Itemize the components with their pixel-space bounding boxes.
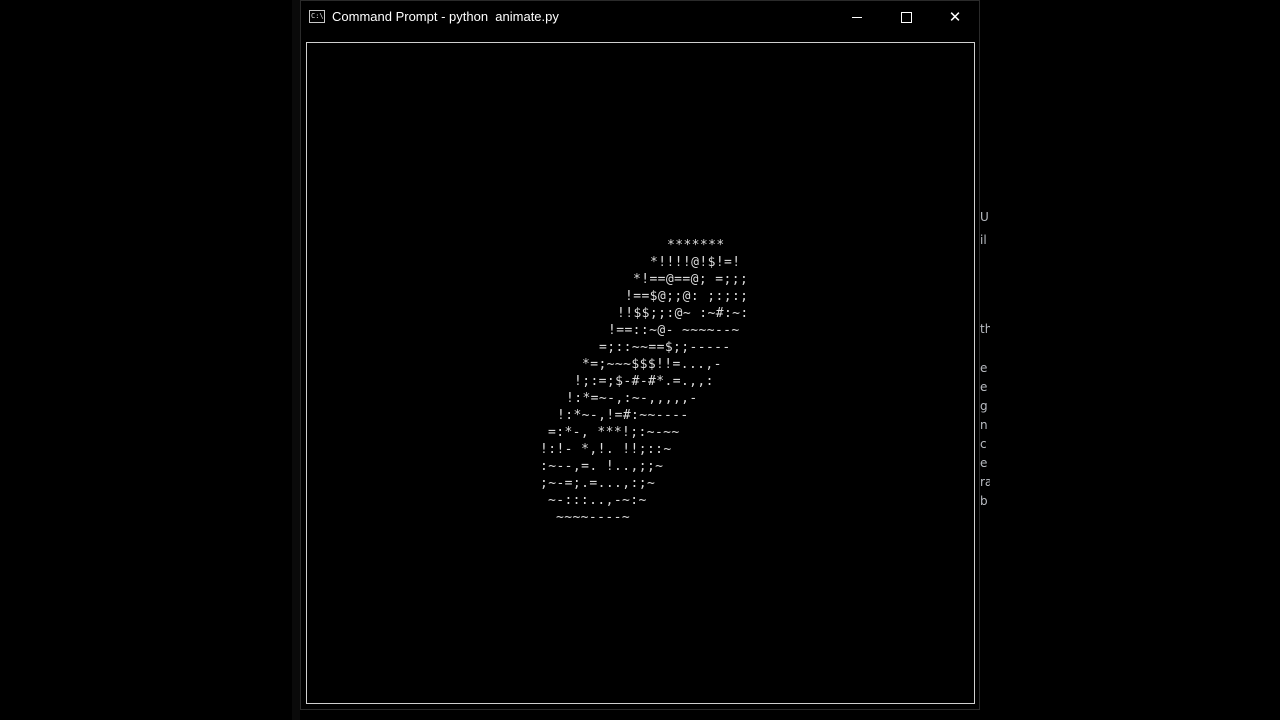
- ascii-line: *******: [667, 238, 725, 253]
- ascii-line: ~-:::..,-~:~: [548, 493, 647, 508]
- ascii-line: !!$$;;:@~ :~#:~:: [617, 306, 749, 321]
- ascii-animation-frame: ******* *!!!!@!$!=! *!==@==@; =;;; !==$@…: [307, 43, 748, 525]
- background-text-fragment: e: [980, 380, 988, 394]
- desktop: U il th e e g n c e ra b C:\ Command Pro…: [0, 0, 1280, 720]
- close-icon: ✕: [948, 8, 962, 26]
- window-title: Command Prompt - python animate.py: [332, 9, 559, 24]
- ascii-line: !:*=~-,:~-,,,,,-: [566, 391, 698, 406]
- ascii-line: =;::~~==$;;-----: [599, 340, 731, 355]
- ascii-line: !==$@;;@: ;:;:;: [625, 289, 749, 304]
- console-output-area[interactable]: ******* *!!!!@!$!=! *!==@==@; =;;; !==$@…: [306, 42, 975, 704]
- background-window-edge: [292, 0, 300, 720]
- ascii-line: !==::~@- ~~~~--~: [608, 323, 740, 338]
- cmd-console-icon[interactable]: C:\: [309, 10, 325, 23]
- background-text-fragment: n: [980, 418, 988, 432]
- background-text-fragment: ra: [980, 475, 990, 489]
- maximize-button[interactable]: [883, 1, 929, 33]
- background-text-fragment: th: [980, 322, 990, 336]
- background-text-fragment: il: [980, 233, 987, 247]
- close-button[interactable]: ✕: [932, 1, 978, 33]
- ascii-line: !:*~-,!=#:~~----: [557, 408, 689, 423]
- ascii-line: *!!!!@!$!=!: [650, 255, 741, 270]
- ascii-line: *=;~~~$$$!!=...,-: [582, 357, 722, 372]
- title-bar[interactable]: C:\ Command Prompt - python animate.py ✕: [301, 1, 979, 34]
- minimize-button[interactable]: [834, 1, 880, 33]
- ascii-line: !;:=;$-#-#*.=.,,:: [574, 374, 714, 389]
- background-text-fragment: g: [980, 399, 988, 413]
- ascii-line: !:!- *,!. !!;::~: [540, 442, 672, 457]
- minimize-icon: [852, 16, 862, 18]
- background-text-fragment: e: [980, 456, 988, 470]
- ascii-line: ;~-=;.=...,:;~: [540, 476, 656, 491]
- ascii-line: =:*-, ***!;:~-~~: [548, 425, 680, 440]
- ascii-line: *!==@==@; =;;;: [633, 272, 749, 287]
- ascii-line: ~~~~----~: [556, 510, 631, 525]
- background-text-fragment: b: [980, 494, 988, 508]
- background-text-fragment: e: [980, 361, 988, 375]
- background-text-fragment: c: [980, 437, 987, 451]
- ascii-line: :~--,=. !..,;;~: [540, 459, 664, 474]
- background-text-fragment: U: [980, 210, 989, 224]
- command-prompt-window[interactable]: C:\ Command Prompt - python animate.py ✕…: [300, 0, 980, 710]
- maximize-icon: [900, 11, 912, 23]
